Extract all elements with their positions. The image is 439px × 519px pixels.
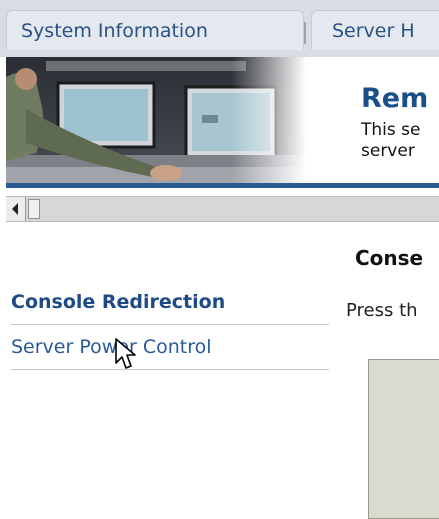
horizontal-scrollbar[interactable] [6, 196, 439, 222]
tab-label: System Information [21, 20, 208, 42]
banner-description-line: This se [361, 120, 421, 140]
scrollbar-thumb[interactable] [28, 199, 40, 219]
console-applet-panel[interactable] [368, 359, 439, 519]
sidebar-item-console-redirection[interactable]: Console Redirection [11, 282, 329, 325]
sidebar-item-server-power-control[interactable]: Server Power Control [11, 327, 329, 370]
banner-description: This se server [361, 120, 420, 162]
tab-strip: System Information Server H [0, 0, 439, 57]
banner-divider [6, 183, 439, 188]
sidebar-nav: Console Redirection Server Power Control [11, 282, 329, 370]
tab-divider [304, 22, 306, 44]
banner-photo [6, 57, 306, 183]
instruction-text: Press th [346, 300, 418, 321]
tab-system-information[interactable]: System Information [6, 10, 304, 50]
banner-title: Rem [361, 83, 429, 114]
tab-server-health[interactable]: Server H [311, 10, 439, 50]
page-title: Conse [355, 246, 424, 270]
header-banner: Rem This se server [6, 57, 439, 188]
mouse-cursor-icon [115, 338, 136, 369]
banner-description-line: server [361, 141, 415, 161]
tab-label: Server H [332, 20, 415, 42]
scroll-left-arrow-icon[interactable] [6, 197, 26, 221]
